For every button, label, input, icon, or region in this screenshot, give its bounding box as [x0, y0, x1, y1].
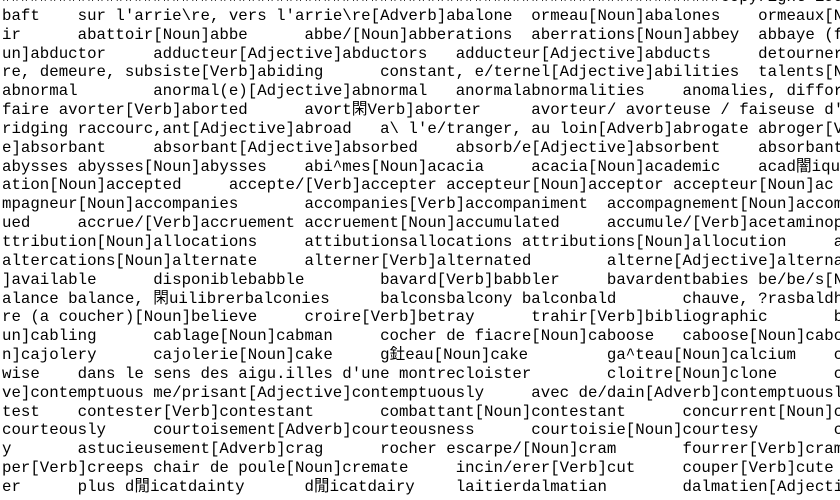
text-line: ir abattoir[Noun]abbe abbe/[Noun]abberat…	[2, 25, 840, 44]
text-line: mpagneur[Noun]accompanies accompanies[Ve…	[2, 195, 840, 214]
text-line: courteously courtoisement[Adverb]courteo…	[2, 421, 840, 440]
text-line: ########################################…	[2, 0, 840, 7]
text-line: re, demeure, subsiste[Verb]abiding const…	[2, 63, 840, 82]
text-line: ve]contemptuous me/prisant[Adjective]con…	[2, 383, 840, 402]
text-line: n]cajolery cajolerie[Noun]cake g釷eau[Nou…	[2, 346, 840, 365]
text-line: abnormal anormal(e)[Adjective]abnormal a…	[2, 82, 840, 101]
text-line: altercations[Noun]alternate alterner[Ver…	[2, 251, 840, 270]
text-line: per[Verb]creeps chair de poule[Noun]crem…	[2, 459, 834, 478]
text-document: ########################################…	[2, 0, 840, 497]
text-line: ttribution[Noun]allocations attibutionsa…	[2, 232, 840, 251]
text-line: faire avorter[Verb]aborted avort閑Verb]ab…	[2, 101, 840, 120]
text-line: re (a coucher)[Noun]believe croire[Verb]…	[2, 308, 840, 327]
text-line: e]absorbant absorbant[Adjective]absorbed…	[2, 138, 840, 157]
text-line: y astucieusement[Adverb]crag rocher esca…	[2, 440, 840, 459]
text-line: alance balance, 閑uilibrerbalconies balco…	[2, 289, 840, 308]
text-line: abysses abysses[Noun]abysses abi^mes[Nou…	[2, 157, 840, 176]
text-line: ued accrue/[Verb]accruement accruement[N…	[2, 214, 840, 233]
text-line: ation[Noun]accepted accepte/[Verb]accept…	[2, 176, 834, 195]
text-line: er plus d閒icatdainty d閒icatdairy laitier…	[2, 477, 840, 496]
text-line: test contester[Verb]contestant combattan…	[2, 402, 840, 421]
text-line: ]available disponiblebabble bavard[Verb]…	[2, 270, 840, 289]
text-line: baft sur l'arrie\re, vers l'arrie\re[Adv…	[2, 6, 840, 25]
text-line: wise dans le sens des aigu.illes d'une m…	[2, 364, 840, 383]
text-line: ridging raccourc,ant[Adjective]abroad a\…	[2, 119, 840, 138]
text-line: un]abductor adducteur[Adjective]abductor…	[2, 44, 840, 63]
text-line: un]cabling cablage[Noun]cabman cocher de…	[2, 327, 840, 346]
